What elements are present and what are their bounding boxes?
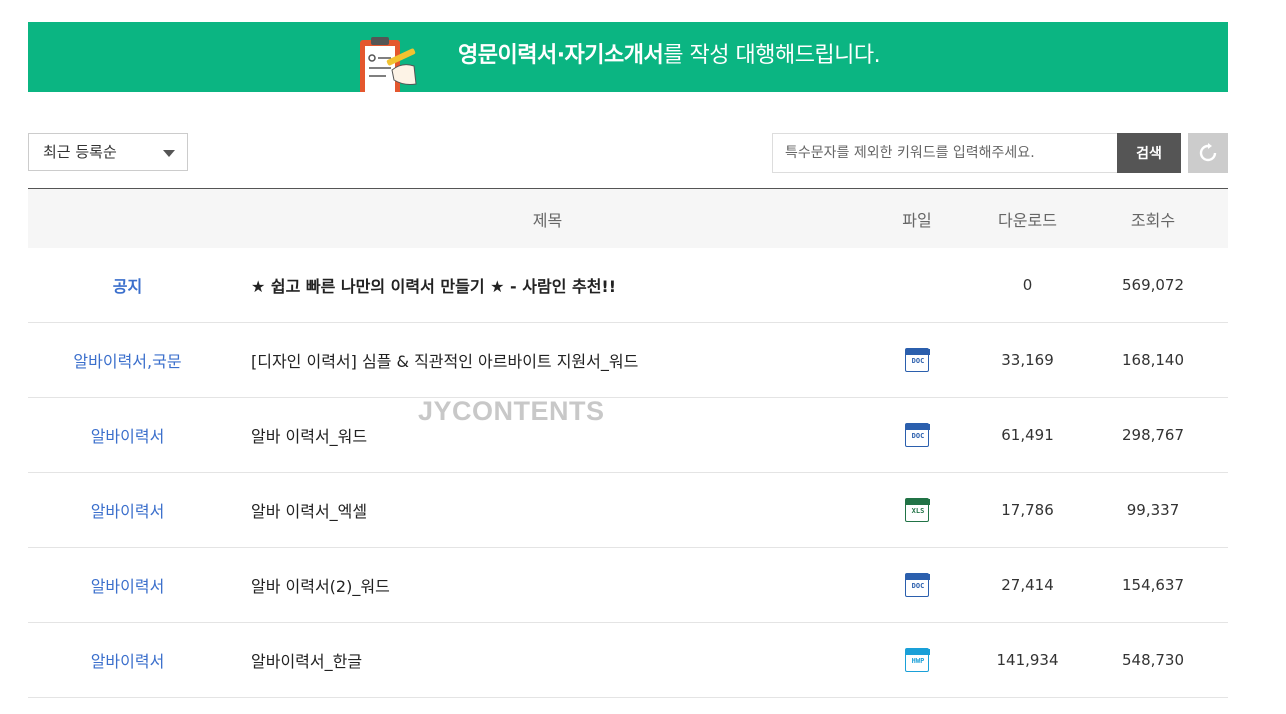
hwp-file-icon[interactable]: HWP [905, 648, 930, 672]
table-header: 제목 파일 다운로드 조회수 [28, 188, 1228, 248]
row-title[interactable]: 알바이력서_한글 [227, 648, 868, 672]
row-title[interactable]: 알바 이력서(2)_워드 [227, 573, 868, 597]
clipboard-pen-icon [360, 37, 417, 92]
header-file: 파일 [902, 210, 932, 230]
promo-banner[interactable]: 영문이력서·자기소개서를 작성 대행해드립니다. [28, 22, 1228, 92]
header-downloads: 다운로드 [998, 210, 1057, 230]
doc-file-icon[interactable]: DOC [905, 573, 930, 597]
table-row[interactable]: 알바이력서 알바이력서_한글 HWP 141,934 548,730 [28, 623, 1228, 698]
table-row[interactable]: 알바이력서 알바 이력서_워드 DOC 61,491 298,767 [28, 398, 1228, 473]
row-downloads: 33,169 [1001, 351, 1054, 369]
doc-file-icon[interactable]: DOC [905, 423, 930, 447]
sort-dropdown[interactable]: 최근 등록순 [28, 133, 188, 171]
refresh-icon [1199, 143, 1217, 162]
row-views: 168,140 [1121, 351, 1185, 369]
post-table: 제목 파일 다운로드 조회수 공지 ★ 쉽고 빠른 나만의 이력서 만들기 ★ … [28, 188, 1228, 698]
row-views: 569,072 [1121, 276, 1185, 294]
row-file[interactable]: DOC [868, 348, 966, 372]
row-file[interactable]: XLS [868, 498, 966, 522]
header-title: 제목 [532, 210, 563, 230]
sort-label: 최근 등록순 [43, 143, 117, 161]
row-file[interactable]: HWP [868, 648, 966, 672]
table-row[interactable]: 알바이력서,국문 [디자인 이력서] 심플 & 직관적인 아르바이트 지원서_워… [28, 323, 1228, 398]
row-file[interactable]: DOC [868, 423, 966, 447]
file-icon-label: XLS [911, 507, 925, 515]
row-downloads: 0 [1022, 276, 1033, 294]
file-icon-label: DOC [911, 432, 925, 440]
row-category[interactable]: 알바이력서 [28, 573, 227, 597]
row-category[interactable]: 알바이력서 [28, 648, 227, 672]
row-downloads: 27,414 [1001, 576, 1054, 594]
row-file[interactable]: DOC [868, 573, 966, 597]
row-title[interactable]: 알바 이력서_엑셀 [227, 498, 868, 522]
xls-file-icon[interactable]: XLS [905, 498, 930, 522]
header-views: 조회수 [1130, 210, 1176, 230]
row-views: 548,730 [1121, 651, 1185, 669]
watermark: JYCONTENTS [418, 396, 605, 426]
reset-button[interactable] [1188, 133, 1228, 173]
row-title[interactable]: [디자인 이력서] 심플 & 직관적인 아르바이트 지원서_워드 [227, 348, 868, 372]
row-category[interactable]: 공지 [28, 273, 227, 297]
row-downloads: 17,786 [1001, 501, 1054, 519]
search-button[interactable]: 검색 [1117, 133, 1181, 173]
table-row[interactable]: 알바이력서 알바 이력서(2)_워드 DOC 27,414 154,637 [28, 548, 1228, 623]
chevron-down-icon [163, 150, 175, 157]
row-views: 298,767 [1121, 426, 1185, 444]
table-row[interactable]: 알바이력서 알바 이력서_엑셀 XLS 17,786 99,337 [28, 473, 1228, 548]
file-icon-label: DOC [911, 357, 925, 365]
row-category[interactable]: 알바이력서 [28, 498, 227, 522]
row-category[interactable]: 알바이력서 [28, 423, 227, 447]
row-views: 154,637 [1121, 576, 1185, 594]
row-category[interactable]: 알바이력서,국문 [28, 348, 227, 372]
banner-text: 영문이력서·자기소개서를 작성 대행해드립니다. [458, 43, 881, 68]
file-icon-label: HWP [911, 657, 925, 665]
row-downloads: 141,934 [996, 651, 1059, 669]
row-views: 99,337 [1126, 501, 1180, 519]
doc-file-icon[interactable]: DOC [905, 348, 930, 372]
row-downloads: 61,491 [1001, 426, 1054, 444]
search-input[interactable] [772, 133, 1118, 173]
row-title[interactable]: ★ 쉽고 빠른 나만의 이력서 만들기 ★ - 사람인 추천!! [227, 273, 868, 297]
table-row[interactable]: 공지 ★ 쉽고 빠른 나만의 이력서 만들기 ★ - 사람인 추천!! 0 56… [28, 248, 1228, 323]
file-icon-label: DOC [911, 582, 925, 590]
